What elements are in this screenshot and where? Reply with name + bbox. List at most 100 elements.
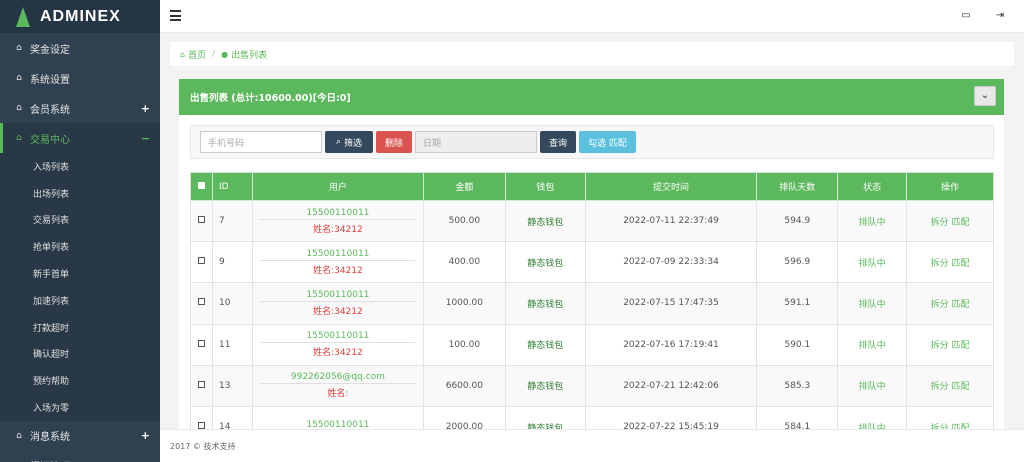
filter-button[interactable]: ⌕ 筛选 [325,131,373,153]
table-row: 9 15500110011 姓名:34212 400.00 静态钱包 2022-07-09… [190,241,994,284]
cell-ops: 拆分 匹配 [906,241,994,284]
cell-status: 排队中 [837,241,908,284]
sidebar-item-交易中心[interactable]: ⌂ 交易中心 − [0,123,160,153]
row-select-cell [190,364,213,407]
split-match-link[interactable]: 拆分 匹配 [931,218,970,228]
submenu-item[interactable]: 入场列表 [0,153,160,180]
cell-amount: 400.00 [422,241,506,284]
cell-user: 15500110011 姓名:34212 [251,199,424,243]
row-checkbox[interactable] [197,216,205,224]
sidebar-item-消息系统[interactable]: ⌂ 消息系统 + [0,421,160,451]
menu-toggle-icon[interactable] [170,10,181,21]
cell-wallet: 静态钱包 [504,364,586,407]
logout-icon[interactable]: ⇥ [994,10,1006,22]
table-row: 10 15500110011 姓名:34212 1000.00 静态钱包 2022-07-… [190,282,994,325]
cell-id: 9 [211,241,253,284]
submenu-item[interactable]: 入场为零 [0,394,160,421]
submenu-item[interactable]: 出场列表 [0,180,160,207]
submenu-item[interactable]: 确认超时 [0,341,160,368]
home-icon: ⌂ [180,49,186,59]
col-header-id: ID [211,172,253,201]
collapse-button[interactable]: ⌄ [974,86,996,106]
logo-text: ADMINEX [40,7,121,25]
chevron-down-icon: ⌄ [980,90,990,101]
row-checkbox[interactable] [197,380,205,388]
submenu-item[interactable]: 交易列表 [0,207,160,234]
search-icon: ⌕ [335,137,342,147]
user-link[interactable]: 15500110011 [260,290,416,302]
filter-button-label: 筛选 [344,138,363,149]
user-name: 姓名:34212 [313,265,363,276]
select-all-checkbox[interactable] [197,181,205,189]
sidebar-item-奖金设定[interactable]: ⌂ 奖金设定 [0,33,160,63]
split-match-link[interactable]: 拆分 匹配 [931,382,970,392]
sidebar: ADMINEX ⌂ 奖金设定 ⌂ 系统设置 ⌂ 会员系统 + ⌂ 交易中心 − 入场列表 出场列表交… [0,0,160,462]
breadcrumb-current[interactable]: 出售列表 [231,48,267,61]
user-name: 姓名:34212 [313,348,363,359]
sidebar-item-会员系统[interactable]: ⌂ 会员系统 + [0,93,160,123]
home-icon: ⌂ [16,133,22,143]
row-select-cell [190,323,213,366]
split-match-link[interactable]: 拆分 匹配 [931,341,970,351]
row-select-cell [190,199,213,243]
cell-ops: 拆分 匹配 [906,199,994,243]
cell-status: 排队中 [837,282,908,325]
panel-header: 出售列表 (总计:10600.00)[今日:0] ⌄ [179,79,1004,115]
query-button[interactable]: 查询 [540,131,576,153]
row-checkbox[interactable] [197,298,205,306]
select-match-button[interactable]: 勾选 匹配 [579,131,636,153]
topbar: ▭ ⇥ [160,0,1024,33]
submenu-item[interactable]: 预约帮助 [0,367,160,394]
split-match-link[interactable]: 拆分 匹配 [931,259,970,269]
submenu-item[interactable]: 打款超时 [0,314,160,341]
col-header-time: 提交时间 [584,172,758,201]
user-link[interactable]: 992262056@qq.com [260,372,416,385]
sidebar-item-系统设置[interactable]: ⌂ 系统设置 [0,63,160,93]
row-checkbox[interactable] [197,257,205,265]
phone-input[interactable]: 手机号码 [200,131,322,153]
row-select-cell [190,282,213,325]
sidebar-item-报闻管理[interactable]: ⌂报闻管理+ [0,451,160,462]
select-all-header [190,172,213,201]
cell-amount: 6600.00 [422,364,506,407]
breadcrumb-home[interactable]: 首页 [188,48,206,61]
cell-user: 992262056@qq.com 姓名: [251,364,424,407]
date-input[interactable]: 日期 [415,131,537,153]
col-header-ops: 操作 [906,172,994,201]
sidebar-item-label: 消息系统 [30,432,70,444]
row-select-cell [190,241,213,284]
row-checkbox[interactable] [197,339,205,347]
sidebar-item-label: 系统设置 [30,74,70,86]
user-name: 姓名:34212 [313,224,363,235]
col-header-wallet: 钱包 [504,172,586,201]
cell-id: 13 [211,364,253,407]
split-match-link[interactable]: 拆分 匹配 [931,300,970,310]
col-header-status: 状态 [837,172,908,201]
submenu-item[interactable]: 加速列表 [0,287,160,314]
home-icon: ⌂ [16,430,22,441]
user-link[interactable]: 15500110011 [260,249,416,261]
table-row: 11 15500110011 姓名:34212 100.00 静态钱包 2022-07-1… [190,323,994,366]
footer-text: 2017 © 技术支持 [170,441,236,451]
submenu-item[interactable]: 新手首单 [0,260,160,287]
cell-amount: 500.00 [422,199,506,243]
cell-id: 7 [211,199,253,243]
breadcrumb-separator: / [212,49,216,59]
laptop-icon[interactable]: ▭ [960,10,972,22]
submenu-item[interactable]: 抢单列表 [0,233,160,260]
col-header-user: 用户 [251,172,424,201]
user-icon: ● [221,49,229,59]
home-icon: ⌂ [16,43,22,53]
cell-id: 10 [211,282,253,325]
expand-icon: + [140,101,150,115]
user-link[interactable]: 15500110011 [260,208,416,220]
row-checkbox[interactable] [197,422,205,430]
cell-time: 2022-07-21 12:42:06 [584,364,758,407]
user-link[interactable]: 15500110011 [260,331,416,344]
logo[interactable]: ADMINEX [0,0,160,33]
cell-user: 15500110011 姓名:34212 [251,241,424,284]
cell-amount: 100.00 [422,323,506,366]
panel-title: 出售列表 (总计:10600.00)[今日:0] [190,93,351,104]
submenu-trade-center: 入场列表 出场列表 交易列表 抢单列表 新手首单 加速列表 打款超时 确认超时 预约帮助 入场为零 [0,153,160,421]
delete-button[interactable]: 删除 [376,131,412,153]
